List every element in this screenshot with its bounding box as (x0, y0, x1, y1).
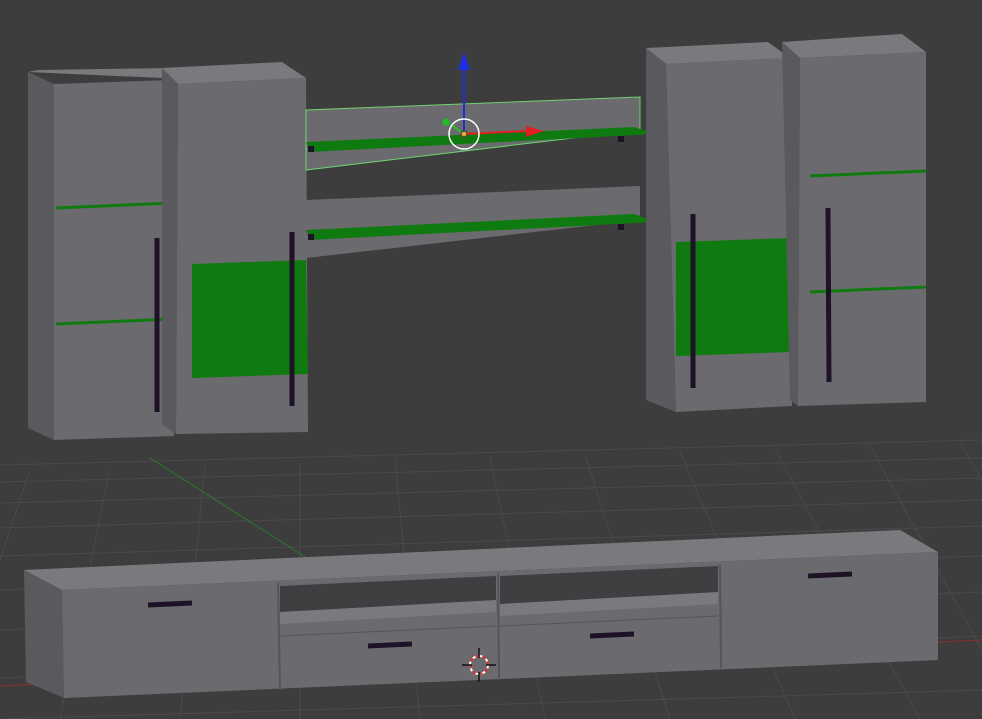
drawer-divider (497, 573, 500, 681)
3d-viewport[interactable] (0, 0, 982, 719)
gizmo-z-arrow-icon[interactable] (458, 52, 470, 70)
shelf-bracket (308, 146, 314, 152)
wall-shelf-lower[interactable] (306, 186, 656, 258)
tall-cabinet-right-inner[interactable] (646, 42, 792, 412)
cabinet-side (162, 68, 178, 434)
drawer-handle (807, 571, 853, 579)
object-origin-icon (460, 130, 468, 138)
drawer-handle (589, 631, 635, 639)
drawer-divider (719, 563, 722, 669)
viewport-canvas[interactable] (0, 0, 982, 719)
shelf-bracket (308, 234, 314, 240)
cabinet-front (176, 78, 308, 434)
drawer-handle (147, 600, 193, 608)
tall-cabinet-right-outer[interactable] (782, 34, 927, 406)
y-axis-line (149, 457, 311, 561)
cabinet-front (666, 58, 792, 412)
drawer-handle (367, 641, 413, 649)
cabinet-top (28, 68, 172, 78)
cabinet-front (798, 52, 926, 406)
stand-side (24, 570, 64, 698)
cabinet-side (28, 72, 54, 440)
shelf-bracket (618, 224, 624, 230)
shelf-bracket (618, 136, 624, 142)
door-handle (825, 207, 832, 383)
tall-cabinet-left-outer[interactable] (28, 68, 174, 440)
tall-cabinet-left-inner[interactable] (162, 62, 308, 434)
gizmo-y-handle-icon[interactable] (442, 118, 450, 126)
